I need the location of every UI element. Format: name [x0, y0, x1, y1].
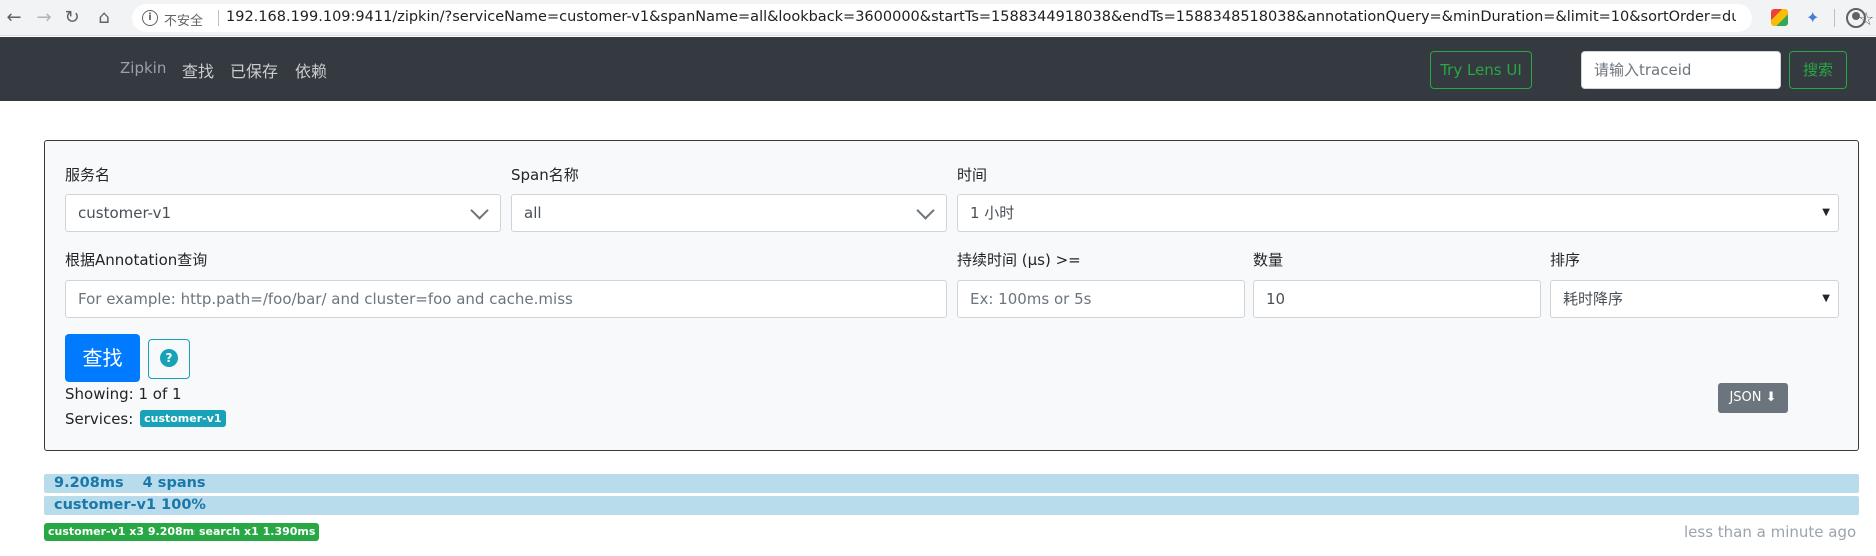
time-select[interactable]: 1 小时 ▼ — [957, 194, 1839, 232]
showing-count: Showing: 1 of 1 — [65, 385, 182, 403]
brand-logo[interactable]: Zipkin — [120, 59, 166, 77]
services-summary: Services: customer-v1 — [65, 410, 226, 428]
forward-icon[interactable]: → — [34, 8, 54, 28]
trace-spans: 4 spans — [142, 475, 206, 491]
service-select[interactable]: customer-v1 — [65, 194, 501, 232]
span-name-value: all — [524, 204, 542, 222]
traceid-input[interactable] — [1581, 51, 1781, 89]
nav-link-dependencies[interactable]: 依赖 — [295, 58, 327, 82]
service-percentage: customer-v1 100% — [54, 497, 206, 513]
service-badge[interactable]: customer-v1 — [140, 410, 226, 427]
annotation-label: 根据Annotation查询 — [65, 251, 208, 269]
search-button[interactable]: 搜索 — [1789, 51, 1847, 89]
span-name-select[interactable]: all — [511, 194, 947, 232]
sort-label: 排序 — [1550, 251, 1581, 269]
download-icon: ⬇ — [1765, 390, 1777, 405]
profile-icon[interactable] — [1846, 8, 1866, 28]
url-text[interactable]: 192.168.199.109:9411/zipkin/?serviceName… — [226, 9, 1736, 25]
annotation-query-input[interactable]: For example: http.path=/foo/bar/ and clu… — [65, 280, 947, 318]
url-separator — [218, 10, 219, 26]
browser-toolbar: ← → ↻ ⌂ i 不安全 192.168.199.109:9411/zipki… — [0, 0, 1876, 36]
json-download-button[interactable]: JSON ⬇ — [1718, 383, 1788, 413]
json-label: JSON — [1729, 390, 1762, 405]
service-duration-tag: search x1 1.390ms — [195, 523, 320, 541]
service-label: 服务名 — [65, 166, 111, 184]
sort-order-select[interactable]: 耗时降序 ▼ — [1550, 280, 1839, 318]
address-bar[interactable]: i 不安全 192.168.199.109:9411/zipkin/?servi… — [132, 4, 1874, 32]
caret-down-icon: ▼ — [1822, 207, 1830, 218]
duration-placeholder: Ex: 100ms or 5s — [970, 290, 1092, 308]
info-icon[interactable]: i — [142, 10, 158, 26]
toolbar-separator — [1834, 9, 1835, 27]
home-icon[interactable]: ⌂ — [94, 8, 114, 28]
app-navbar: Zipkin 查找 已保存 依赖 Try Lens UI 搜索 — [0, 37, 1876, 101]
service-percentage-bar[interactable]: customer-v1 100% — [44, 496, 1859, 515]
service-duration-tag: customer-v1 x3 9.208ms — [44, 523, 205, 541]
try-lens-ui-button[interactable]: Try Lens UI — [1430, 51, 1532, 89]
back-icon[interactable]: ← — [4, 8, 24, 28]
trace-timestamp: less than a minute ago — [1684, 523, 1857, 541]
min-duration-input[interactable]: Ex: 100ms or 5s — [957, 280, 1245, 318]
caret-down-icon: ▼ — [1822, 293, 1830, 304]
span-name-label: Span名称 — [511, 166, 579, 184]
nav-link-find[interactable]: 查找 — [182, 58, 214, 82]
reload-icon[interactable]: ↻ — [62, 8, 82, 28]
duration-label: 持续时间 (μs) >= — [957, 251, 1081, 269]
annotation-placeholder: For example: http.path=/foo/bar/ and clu… — [78, 290, 573, 308]
services-label: Services: — [65, 410, 134, 428]
limit-label: 数量 — [1253, 251, 1284, 269]
find-button[interactable]: 查找 — [65, 334, 140, 382]
question-icon: ? — [160, 349, 178, 367]
nav-link-saved[interactable]: 已保存 — [230, 58, 278, 82]
trace-summary-bar[interactable]: 9.208ms 4 spans — [44, 474, 1859, 493]
time-value: 1 小时 — [970, 204, 1015, 222]
chevron-down-icon — [916, 201, 935, 220]
limit-input[interactable]: 10 — [1253, 280, 1541, 318]
trace-duration: 9.208ms — [54, 475, 124, 491]
time-label: 时间 — [957, 166, 988, 184]
service-value: customer-v1 — [78, 204, 172, 222]
limit-value: 10 — [1266, 290, 1286, 308]
sort-value: 耗时降序 — [1563, 290, 1624, 308]
insecure-label: 不安全 — [164, 14, 204, 29]
chevron-down-icon — [470, 201, 489, 220]
extension-icon[interactable]: ✦ — [1806, 8, 1819, 27]
extension-icon[interactable] — [1771, 9, 1788, 26]
search-panel: 服务名 customer-v1 Span名称 all 时间 1 小时 ▼ 根据A… — [44, 140, 1859, 451]
help-button[interactable]: ? — [148, 339, 190, 379]
